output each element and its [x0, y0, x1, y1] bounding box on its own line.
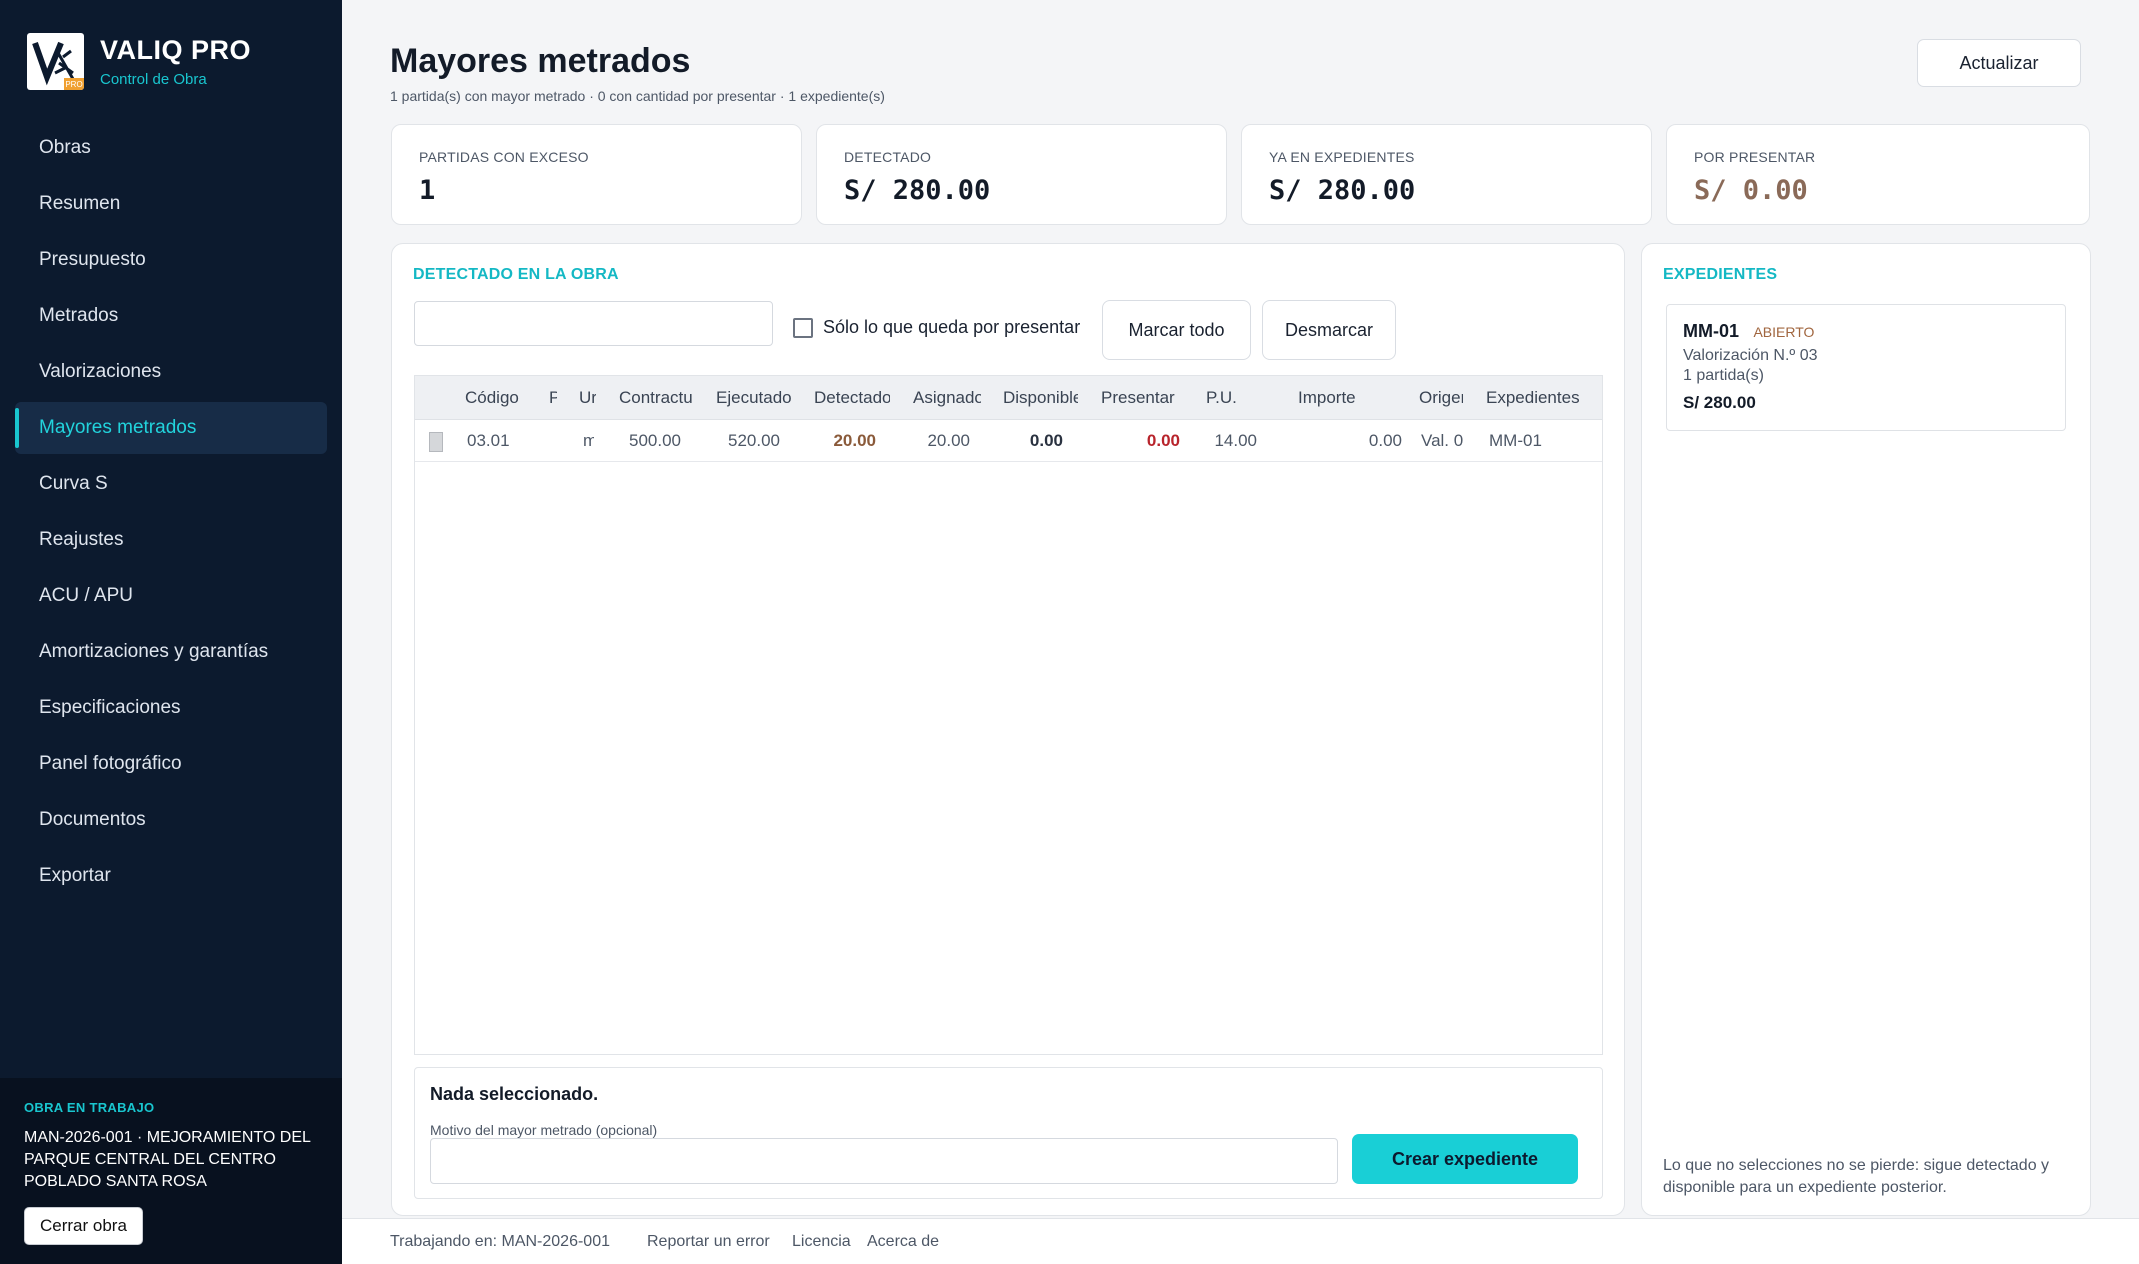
sidebar-item-metrados[interactable]: Metrados: [15, 290, 327, 342]
search-input[interactable]: [414, 301, 773, 346]
stat-label: PARTIDAS CON EXCESO: [419, 149, 589, 165]
obra-label: OBRA EN TRABAJO: [24, 1100, 155, 1115]
expedientes-note: Lo que no selecciones no se pierde: sigu…: [1663, 1157, 2050, 1196]
col-pu[interactable]: P.U.: [1206, 376, 1246, 420]
sidebar-item-mayores-metrados[interactable]: Mayores metrados: [15, 402, 327, 454]
expediente-valorizacion: Valorización N.º 03: [1683, 347, 1818, 364]
expediente-code: MM-01: [1683, 321, 1740, 341]
expedientes-title: EXPEDIENTES: [1663, 266, 1778, 283]
expedientes-panel: EXPEDIENTES MM-01 ABIERTO Valorización N…: [1641, 243, 2091, 1216]
detected-table: Código P Ur Contractu Ejecutado Detectad…: [414, 375, 1603, 1055]
detected-title: DETECTADO EN LA OBRA: [413, 266, 619, 283]
cell-presentar: 0.00: [1146, 431, 1180, 450]
status-bar: Trabajando en: MAN-2026-001 Reportar un …: [342, 1218, 2139, 1264]
sidebar-item-presupuesto[interactable]: Presupuesto: [15, 234, 327, 286]
col-partida[interactable]: P: [549, 376, 557, 420]
stat-value: S/ 280.00: [844, 175, 991, 206]
expediente-amount: S/ 280.00: [1683, 393, 1756, 412]
col-origen[interactable]: Origen: [1419, 376, 1463, 420]
status-working-on: Trabajando en: MAN-2026-001: [390, 1233, 610, 1250]
stat-label: DETECTADO: [844, 149, 932, 165]
only-pending-label: Sólo lo que queda por presentar: [823, 317, 1081, 337]
cell-pu: 14.00: [1214, 431, 1257, 450]
only-pending-filter[interactable]: Sólo lo que queda por presentar: [793, 317, 1080, 338]
sidebar-item-reajustes[interactable]: Reajustes: [15, 514, 327, 566]
cell-contractual: 500.00: [629, 431, 681, 450]
table-row[interactable]: 03.01 m 500.00 520.00 20.00 20.00 0.00 0…: [415, 420, 1602, 462]
cell-codigo: 03.01: [467, 431, 510, 450]
svg-text:PRO: PRO: [65, 80, 82, 89]
col-ejecutado[interactable]: Ejecutado: [716, 376, 796, 420]
sidebar: PRO VALIQ PRO Control de Obra Obras Resu…: [0, 0, 342, 1264]
sidebar-item-especificaciones[interactable]: Especificaciones: [15, 682, 327, 734]
cell-asignado: 20.00: [927, 431, 970, 450]
cell-importe: 0.00: [1368, 431, 1402, 450]
table-header: Código P Ur Contractu Ejecutado Detectad…: [415, 376, 1602, 420]
col-disponible[interactable]: Disponible: [1003, 376, 1078, 420]
close-obra-button[interactable]: Cerrar obra: [24, 1207, 143, 1245]
stat-label: YA EN EXPEDIENTES: [1269, 149, 1415, 165]
license-link[interactable]: Licencia: [792, 1233, 851, 1251]
mark-all-button[interactable]: Marcar todo: [1102, 300, 1251, 360]
expediente-partidas: 1 partida(s): [1683, 367, 1764, 384]
unmark-button[interactable]: Desmarcar: [1262, 300, 1396, 360]
stat-value: S/ 0.00: [1694, 175, 1808, 206]
sidebar-item-amortizaciones[interactable]: Amortizaciones y garantías: [15, 626, 327, 678]
stat-ya-en-expedientes: YA EN EXPEDIENTES S/ 280.00: [1241, 124, 1652, 225]
row-checkbox[interactable]: [429, 432, 443, 452]
stat-label: POR PRESENTAR: [1694, 149, 1816, 165]
stat-value: S/ 280.00: [1269, 175, 1416, 206]
create-expediente-button[interactable]: Crear expediente: [1352, 1134, 1578, 1184]
report-error-link[interactable]: Reportar un error: [647, 1233, 770, 1251]
sidebar-item-curva-s[interactable]: Curva S: [15, 458, 327, 510]
selection-box: Nada seleccionado. Motivo del mayor metr…: [414, 1067, 1603, 1199]
stat-partidas-exceso: PARTIDAS CON EXCESO 1: [391, 124, 802, 225]
cell-partida: [549, 420, 557, 462]
sidebar-item-panel-fotografico[interactable]: Panel fotográfico: [15, 738, 327, 790]
selection-title: Nada seleccionado.: [430, 1084, 599, 1104]
cell-origen: Val. 0: [1421, 431, 1463, 450]
col-unidad[interactable]: Ur: [579, 376, 596, 420]
sidebar-item-resumen[interactable]: Resumen: [15, 178, 327, 230]
cell-ejecutado: 520.00: [728, 431, 780, 450]
cell-disponible: 0.00: [1029, 431, 1063, 450]
sidebar-item-exportar[interactable]: Exportar: [15, 850, 327, 902]
cell-expedientes: MM-01: [1489, 431, 1542, 450]
stat-value: 1: [419, 175, 436, 206]
app-title: VALIQ PRO: [100, 35, 252, 65]
col-contractual[interactable]: Contractu: [619, 376, 693, 420]
col-codigo[interactable]: Código: [465, 376, 525, 420]
only-pending-checkbox[interactable]: [793, 317, 813, 338]
cell-unidad: m: [583, 431, 594, 450]
motivo-input[interactable]: [430, 1138, 1338, 1184]
brand: PRO VALIQ PRO Control de Obra: [27, 33, 251, 90]
obra-name: MAN-2026-001 · MEJORAMIENTO DEL PARQUE C…: [24, 1129, 311, 1190]
cell-detectado: 20.00: [833, 431, 876, 450]
sidebar-item-obras[interactable]: Obras: [15, 122, 327, 174]
current-obra: OBRA EN TRABAJO MAN-2026-001 · MEJORAMIE…: [0, 1078, 342, 1264]
page-title: Mayores metrados: [390, 42, 691, 80]
detected-panel: DETECTADO EN LA OBRA Sólo lo que queda p…: [391, 243, 1625, 1216]
about-link[interactable]: Acerca de: [867, 1233, 939, 1251]
stat-detectado: DETECTADO S/ 280.00: [816, 124, 1227, 225]
col-asignado[interactable]: Asignado: [913, 376, 981, 420]
sidebar-item-valorizaciones[interactable]: Valorizaciones: [15, 346, 327, 398]
page-subtitle: 1 partida(s) con mayor metrado · 0 con c…: [390, 88, 885, 104]
app-logo: PRO: [27, 33, 84, 90]
expediente-status-badge: ABIERTO: [1753, 324, 1815, 340]
refresh-button[interactable]: Actualizar: [1917, 39, 2081, 87]
col-presentar[interactable]: Presentar: [1101, 376, 1181, 420]
sidebar-item-documentos[interactable]: Documentos: [15, 794, 327, 846]
app-subtitle: Control de Obra: [100, 71, 207, 88]
sidebar-nav: Obras Resumen Presupuesto Metrados Valor…: [15, 122, 327, 906]
stat-por-presentar: POR PRESENTAR S/ 0.00: [1666, 124, 2090, 225]
col-expedientes[interactable]: Expedientes: [1486, 376, 1591, 420]
expediente-card[interactable]: MM-01 ABIERTO Valorización N.º 03 1 part…: [1666, 304, 2066, 431]
col-detectado[interactable]: Detectado: [814, 376, 890, 420]
motivo-label: Motivo del mayor metrado (opcional): [430, 1122, 658, 1138]
col-importe[interactable]: Importe: [1298, 376, 1368, 420]
sidebar-item-acu-apu[interactable]: ACU / APU: [15, 570, 327, 622]
